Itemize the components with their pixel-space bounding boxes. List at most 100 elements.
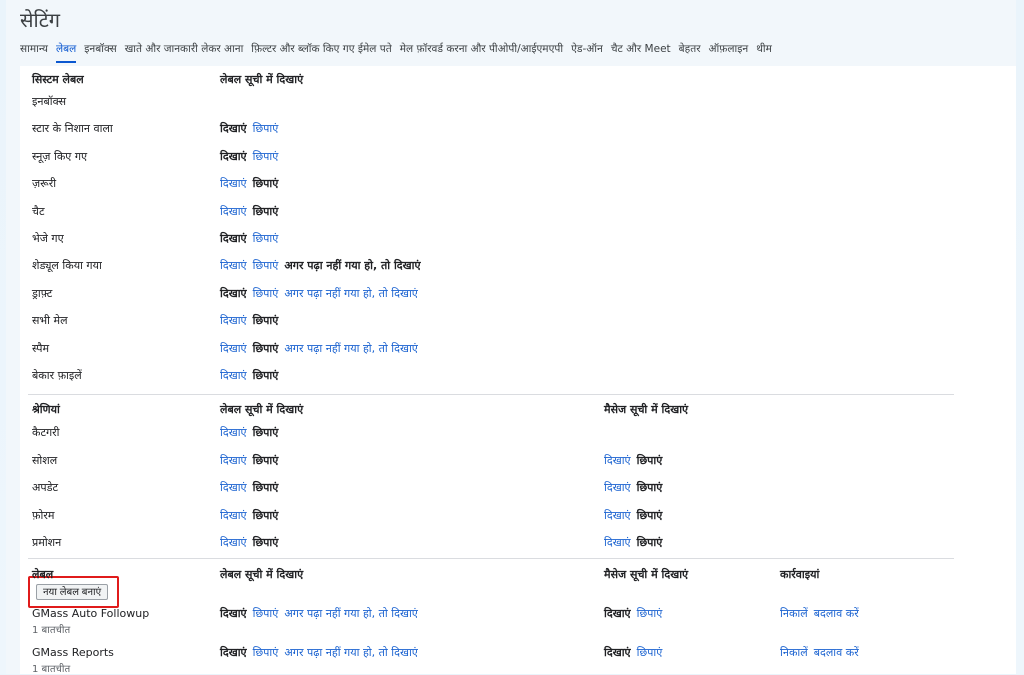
table-row: स्पैम दिखाएं छिपाएं अगर पढ़ा नहीं गया हो, त… [20,335,954,362]
option-link[interactable]: दिखाएं [220,177,247,190]
option-link[interactable]: दिखाएं [220,205,247,218]
labels-settings-table: नया लेबल बनाएं सिस्टम लेबल लेबल सूची में … [20,66,1016,675]
column-header: कार्रवाइयां [780,568,820,581]
label-list-visibility: दिखाएं छिपाएं [220,198,284,225]
tab-4[interactable]: फ़िल्टर और ब्लॉक किए गए ईमेल पते [251,42,391,61]
selected-option: दिखाएं [220,286,247,300]
selected-option: छिपाएं [252,177,279,191]
option-link[interactable]: छिपाएं [253,287,279,300]
selected-option: छिपाएं [252,508,279,522]
option-link[interactable]: दिखाएं [220,454,247,467]
tab-9[interactable]: ऑफ़लाइन [709,42,749,61]
tab-1[interactable]: लेबल [56,42,77,63]
edit-label-link[interactable]: बदलाव करें [814,607,859,620]
message-list-visibility: दिखाएं छिपाएं [604,502,668,529]
label-list-visibility: दिखाएं छिपाएं अगर पढ़ा नहीं गया हो, तो दिख… [220,639,424,666]
message-list-visibility: दिखाएं छिपाएं [604,529,668,556]
selected-option: छिपाएं [252,453,279,467]
option-link[interactable]: अगर पढ़ा नहीं गया हो, तो दिखाएं [284,607,418,620]
option-link[interactable]: दिखाएं [220,509,247,522]
option-link[interactable]: छिपाएं [253,150,279,163]
label-list-visibility: दिखाएं छिपाएं [220,419,284,446]
option-link[interactable]: छिपाएं [253,122,279,135]
option-link[interactable]: दिखाएं [604,509,631,522]
selected-option: छिपाएं [252,204,279,218]
option-link[interactable]: दिखाएं [220,259,247,272]
edit-label-link[interactable]: बदलाव करें [814,646,859,659]
message-list-visibility: दिखाएं छिपाएं [604,474,668,501]
option-link[interactable]: दिखाएं [604,454,631,467]
tab-3[interactable]: खाते और जानकारी लेकर आना [125,42,244,61]
label-name: स्टार के निशान वाला [32,122,113,136]
label-list-visibility: दिखाएं छिपाएं [220,529,284,556]
category-name: प्रमोशन [32,536,62,550]
option-link[interactable]: दिखाएं [604,481,631,494]
option-link[interactable]: छिपाएं [637,646,663,659]
section-divider [28,394,954,395]
selected-option: छिपाएं [252,481,279,495]
option-link[interactable]: दिखाएं [220,314,247,327]
selected-option: छिपाएं [636,481,663,495]
conversation-count: 1 बातचीत [32,625,71,636]
label-list-visibility: दिखाएं छिपाएं [220,307,284,334]
label-list-visibility: दिखाएं छिपाएं [220,115,284,142]
tab-5[interactable]: मेल फ़ॉरवर्ड करना और पीओपी/आईएमएपी [400,42,563,61]
remove-label-link[interactable]: निकालें [780,646,808,659]
conversation-count: 1 बातचीत [32,664,71,675]
tab-7[interactable]: चैट और Meet [611,42,671,61]
selected-option: दिखाएं [604,607,631,620]
remove-label-link[interactable]: निकालें [780,607,808,620]
option-link[interactable]: दिखाएं [220,481,247,494]
tab-2[interactable]: इनबॉक्स [84,42,116,61]
label-name: इनबॉक्स [32,95,67,108]
tab-8[interactable]: बेहतर [679,42,701,61]
selected-option: दिखाएं [604,646,631,659]
option-link[interactable]: छिपाएं [253,232,279,245]
table-row: भेजे गए दिखाएं छिपाएं [20,225,954,252]
tab-6[interactable]: ऐड-ऑन [571,42,603,61]
option-link[interactable]: अगर पढ़ा नहीं गया हो, तो दिखाएं [284,646,418,659]
message-list-visibility: दिखाएं छिपाएं [604,447,668,474]
option-link[interactable]: दिखाएं [220,342,247,355]
option-link[interactable]: दिखाएं [220,536,247,549]
option-link[interactable]: छिपाएं [253,646,279,659]
table-row: सभी मेल दिखाएं छिपाएं [20,307,954,334]
selected-option: दिखाएं [220,232,247,245]
option-link[interactable]: छिपाएं [253,259,279,272]
option-link[interactable]: दिखाएं [220,369,247,382]
label-actions: निकालें बदलाव करें [780,639,865,666]
table-row: ड्राफ़्ट दिखाएं छिपाएं अगर पढ़ा नहीं गया हो… [20,280,954,307]
selected-option: छिपाएं [636,536,663,550]
selected-option: छिपाएं [252,369,279,382]
label-actions: निकालें बदलाव करें [780,600,865,627]
section-title: लेबल [32,568,54,581]
option-link[interactable]: दिखाएं [220,426,247,439]
table-row: प्रमोशन दिखाएं छिपाएं दिखाएं छिपाएं [20,529,954,556]
option-link[interactable]: अगर पढ़ा नहीं गया हो, तो दिखाएं [284,287,418,300]
table-row: शेड्यूल किया गया दिखाएं छिपाएं अगर पढ़ा नही… [20,252,954,279]
tab-0[interactable]: सामान्य [20,42,48,61]
label-list-visibility: दिखाएं छिपाएं [220,474,284,501]
column-header: मैसेज सूची में दिखाएं [604,568,689,581]
category-name: कैटगरी [32,426,60,439]
table-row: बेकार फ़ाइलें दिखाएं छिपाएं [20,362,954,389]
option-link[interactable]: छिपाएं [253,607,279,620]
label-name: शेड्यूल किया गया [32,259,102,273]
tab-10[interactable]: थीम [756,42,772,61]
category-name: अपडेट [32,481,59,495]
labels-header: लेबल लेबल सूची में दिखाएं मैसेज सूची में द… [20,561,954,588]
label-list-visibility: दिखाएं छिपाएं अगर पढ़ा नहीं गया हो, तो दिख… [220,252,427,279]
table-row: कैटगरी दिखाएं छिपाएं [20,419,954,446]
option-link[interactable]: दिखाएं [604,536,631,549]
label-list-visibility: दिखाएं छिपाएं [220,447,284,474]
label-name: स्पैम [32,341,50,355]
option-link[interactable]: अगर पढ़ा नहीं गया हो, तो दिखाएं [284,342,418,355]
selected-option: छिपाएं [252,536,279,550]
label-name: सभी मेल [32,314,68,328]
table-row: स्नूज़ किए गए दिखाएं छिपाएं [20,143,954,170]
section-divider [28,558,954,559]
selected-option: दिखाएं [220,149,247,163]
label-list-visibility: दिखाएं छिपाएं अगर पढ़ा नहीं गया हो, तो दिख… [220,280,424,307]
selected-option: दिखाएं [220,646,247,659]
option-link[interactable]: छिपाएं [637,607,663,620]
